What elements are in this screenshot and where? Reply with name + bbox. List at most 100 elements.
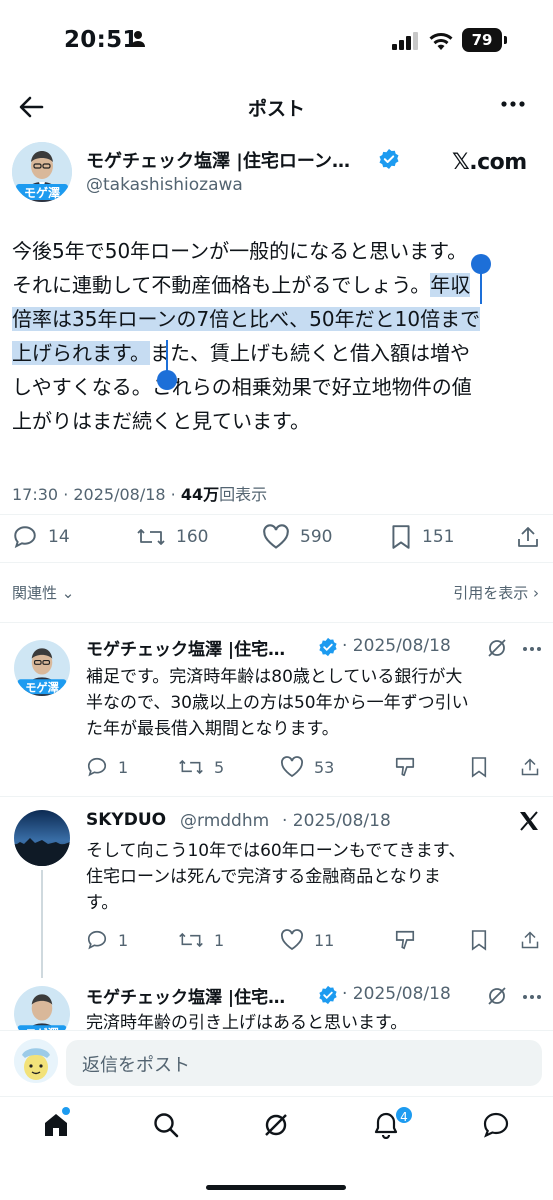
reply-date: · 2025/08/18 [342, 984, 451, 1004]
my-avatar[interactable] [14, 1039, 58, 1083]
thread-line [41, 870, 43, 978]
repost-icon [179, 759, 203, 775]
top-bar: ポスト [0, 80, 553, 132]
bookmark-count: 151 [422, 527, 455, 547]
selected-text: 上げられます。 [12, 341, 150, 365]
reply-icon [87, 930, 107, 950]
post-line: 今後5年で50年ローンが一般的になると思います。 [12, 239, 468, 263]
repost-button[interactable]: 5 [178, 756, 224, 778]
share-icon [518, 527, 538, 547]
view-quotes-label: 引用を表示 [453, 584, 529, 602]
grok-icon[interactable] [486, 637, 508, 659]
dislike-icon [395, 757, 415, 777]
analytics-button[interactable] [394, 929, 426, 951]
bookmark-button[interactable]: 151 [390, 524, 454, 550]
bookmark-icon [471, 757, 487, 778]
verified-badge-icon [378, 148, 400, 170]
more-options-icon[interactable] [522, 646, 542, 652]
post-meta: 17:30 · 2025/08/18 · 44万回表示 [12, 481, 267, 505]
like-count: 11 [314, 930, 335, 950]
reply-author-name[interactable]: モゲチェック塩澤 |住宅… [86, 983, 285, 1008]
post-line: 上げられます。また、賃上げも続くと借入額は増や [12, 341, 470, 365]
reply-button[interactable]: 14 [12, 524, 70, 550]
post-line: 上がりはまだ続くと見ています。 [12, 409, 310, 433]
battery-tip [504, 36, 507, 44]
reply-avatar[interactable] [14, 810, 70, 866]
post-line: しやすくなる。これらの相乗効果で好立地物件の値 [12, 375, 472, 399]
reply-author-name[interactable]: SKYDUO [86, 810, 166, 830]
repost-button[interactable]: 1 [178, 929, 224, 951]
sort-label: 関連性 [12, 584, 58, 602]
view-quotes-link[interactable]: 引用を表示 › [453, 582, 539, 603]
verified-badge-icon [318, 637, 338, 657]
reply-input[interactable]: 返信をポスト [66, 1040, 542, 1086]
status-bar: 20:51 79 [0, 0, 553, 80]
like-button[interactable]: 53 [280, 756, 334, 778]
messages-icon[interactable] [482, 1111, 510, 1139]
verified-badge-icon [318, 985, 338, 1005]
wifi-icon [428, 31, 454, 51]
svg-text:モゲ澤: モゲ澤 [24, 185, 60, 200]
bookmark-button[interactable] [470, 756, 498, 778]
person-icon [130, 30, 146, 48]
like-count: 590 [300, 527, 333, 547]
search-icon[interactable] [152, 1111, 180, 1139]
more-options-icon[interactable] [500, 100, 526, 108]
more-options-icon[interactable] [522, 994, 542, 1000]
grok-icon[interactable] [486, 985, 508, 1007]
status-time: 20:51 [64, 27, 139, 53]
reply-date: · 2025/08/18 [342, 636, 451, 656]
bookmark-button[interactable] [470, 929, 498, 951]
reply-button[interactable]: 1 [86, 756, 128, 778]
reply-icon [14, 526, 36, 549]
divider [0, 562, 553, 563]
divider [0, 796, 553, 797]
like-button[interactable]: 590 [262, 524, 332, 550]
signal-icon [392, 32, 420, 50]
selection-end-handle[interactable] [157, 370, 177, 390]
repost-count: 160 [176, 527, 209, 547]
analytics-button[interactable] [394, 756, 426, 778]
heart-icon [281, 929, 303, 951]
views-count: 44万 [180, 485, 220, 504]
x-logo-icon [518, 810, 540, 832]
share-button[interactable] [520, 929, 550, 951]
selected-text: 倍率は35年ローンの7倍と比べ、50年だと10倍まで [12, 307, 481, 331]
post-line: 倍率は35年ローンの7倍と比べ、50年だと10倍まで [12, 302, 548, 336]
notification-badge: 4 [394, 1105, 414, 1125]
reply-composer: 返信をポスト [0, 1030, 553, 1096]
share-icon [521, 931, 539, 949]
repost-icon [179, 932, 203, 948]
share-button[interactable] [516, 524, 550, 550]
sort-dropdown[interactable]: 関連性 ⌄ [12, 582, 74, 603]
repost-icon [137, 529, 165, 545]
dislike-icon [395, 930, 415, 950]
repost-button[interactable]: 160 [136, 524, 208, 550]
share-button[interactable] [520, 756, 550, 778]
reply-author-name[interactable]: モゲチェック塩澤 |住宅… [86, 635, 285, 660]
grok-icon[interactable] [262, 1111, 290, 1139]
like-count: 53 [314, 757, 335, 777]
divider [0, 514, 553, 515]
like-button[interactable]: 11 [280, 929, 334, 951]
reply-actions: 1 1 11 [0, 929, 553, 953]
home-icon[interactable] [42, 1111, 70, 1139]
reply-text: そして向こう10年では60年ローンもでてきます、 住宅ローンは死んで完済する金融… [86, 841, 466, 913]
post-text: 今後5年で50年ローンが一般的になると思います。 それに連動して不動産価格も上が… [12, 234, 548, 438]
post-actions: 14 160 590 151 [0, 524, 553, 552]
reply-avatar[interactable]: モゲ澤 [14, 640, 70, 696]
reply-actions: 1 5 53 [0, 756, 553, 780]
author-name[interactable]: モゲチェック塩澤 |住宅ローン… [86, 147, 350, 173]
reply-icon [87, 757, 107, 777]
reply-button[interactable]: 1 [86, 929, 128, 951]
bookmark-icon [392, 525, 410, 549]
home-indicator [206, 1185, 346, 1190]
author-handle[interactable]: @takashishiozawa [86, 175, 243, 195]
chevron-right-icon: › [533, 584, 539, 602]
views-label: 回表示 [219, 485, 268, 504]
reply-handle[interactable]: @rmddhm [180, 811, 269, 831]
author-avatar[interactable]: モゲ澤 [12, 142, 72, 202]
share-icon [521, 758, 539, 776]
xcom-logo: 𝕏.com [452, 150, 527, 175]
post-line: それに連動して不動産価格も上がるでしょう。年収 [12, 273, 471, 297]
